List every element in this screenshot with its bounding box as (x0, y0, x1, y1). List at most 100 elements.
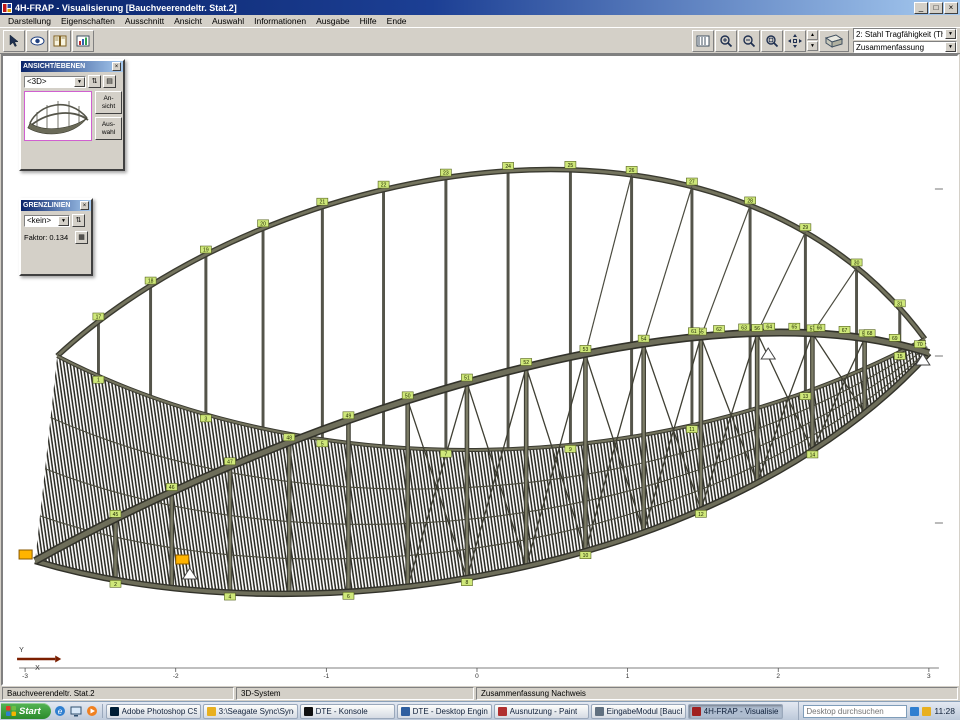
menu-item-ansicht[interactable]: Ansicht (169, 16, 207, 26)
taskbar-task-button[interactable]: DTE - Konsole (300, 704, 395, 719)
close-icon[interactable]: × (80, 201, 89, 210)
ansicht-ebenen-panel[interactable]: ANSICHT/EBENEN × <3D> ▼ ⇅ ▤ (19, 59, 125, 171)
results-chart-button[interactable] (72, 30, 94, 52)
taskbar-clock[interactable]: 11:28 (934, 706, 955, 716)
layers-button[interactable]: ▤ (103, 75, 116, 88)
ruler-tick-label: 0 (475, 673, 479, 680)
task-label: 3:\Seagate Sync\SyncRe... (219, 707, 294, 716)
task-label: Ausnutzung - Paint (510, 707, 578, 716)
svg-text:3: 3 (204, 416, 207, 422)
taskbar-task-button[interactable]: 4H-FRAP - Visualisier... (688, 704, 783, 719)
minimize-button[interactable]: _ (914, 2, 928, 14)
view-select[interactable]: <3D> ▼ (24, 76, 86, 88)
tray-network-icon[interactable] (910, 707, 919, 716)
spin-down-button[interactable]: ▼ (807, 41, 818, 51)
dropdown-arrow-icon[interactable]: ▼ (58, 216, 69, 226)
selection-pointer-button[interactable] (3, 30, 25, 52)
faktor-label: Faktor: (24, 233, 47, 242)
element-label: 62 (713, 325, 724, 332)
canvas-area[interactable]: 1718192021222324252627282930314546474849… (1, 54, 959, 686)
svg-text:46: 46 (169, 485, 175, 491)
svg-text:52: 52 (523, 360, 529, 366)
menu-item-darstellung[interactable]: Darstellung (3, 16, 56, 26)
element-label: 61 (688, 328, 699, 335)
desktop-search-input[interactable] (803, 705, 907, 718)
menu-item-auswahl[interactable]: Auswahl (207, 16, 249, 26)
start-button[interactable]: Start (1, 703, 51, 719)
dropdown-arrow-icon[interactable]: ▼ (945, 42, 956, 52)
pan-button[interactable] (784, 30, 806, 52)
grenzlinien-panel[interactable]: GRENZLINIEN × <kein> ▼ ⇅ Faktor: 0.134 ▦ (19, 198, 93, 276)
render-mode-icon (696, 35, 710, 47)
element-label: 26 (626, 166, 637, 173)
properties-book-button[interactable] (49, 30, 71, 52)
element-label: 68 (864, 330, 875, 337)
grenzlinien-spin-button[interactable]: ⇅ (72, 214, 85, 227)
task-label: Adobe Photoshop CS3 E... (122, 707, 197, 716)
ruler-tick-label: -2 (173, 673, 179, 680)
ansicht-panel-title: ANSICHT/EBENEN (23, 63, 85, 70)
grenzlinien-select[interactable]: <kein> ▼ (24, 215, 70, 227)
menu-item-hilfe[interactable]: Hilfe (355, 16, 382, 26)
support-marker (19, 550, 32, 559)
perspective-button[interactable] (819, 30, 849, 52)
svg-text:23: 23 (443, 171, 449, 177)
taskbar-task-button[interactable]: Adobe Photoshop CS3 E... (106, 704, 201, 719)
element-label: 52 (521, 358, 532, 365)
restore-button[interactable]: □ (929, 2, 943, 14)
zoom-window-button[interactable] (761, 30, 783, 52)
ansicht-button[interactable]: An- sicht (95, 91, 122, 114)
auswahl-button[interactable]: Aus- wahl (95, 117, 122, 140)
svg-text:68: 68 (867, 331, 873, 337)
element-label: 29 (800, 224, 811, 231)
element-label: 50 (402, 392, 413, 399)
internet-explorer-icon[interactable]: e (53, 704, 67, 718)
svg-text:11: 11 (689, 427, 694, 433)
taskbar-task-button[interactable]: 3:\Seagate Sync\SyncRe... (203, 704, 298, 719)
taskbar-task-button[interactable]: EingabeModul [Bauchve... (591, 704, 686, 719)
viewport-thumbnail[interactable] (24, 91, 92, 141)
dropdown-arrow-icon[interactable]: ▼ (945, 29, 956, 39)
grenzlinien-panel-titlebar[interactable]: GRENZLINIEN × (21, 200, 91, 211)
menu-item-informationen[interactable]: Informationen (249, 16, 311, 26)
element-label: 15 (894, 352, 905, 359)
nachweis-select[interactable]: 2: Stahl Tragfähigkeit (Th. 2. O ▼ (853, 28, 957, 40)
svg-text:9: 9 (569, 447, 572, 453)
spin-up-button[interactable]: ▲ (807, 30, 818, 40)
windows-logo-icon (6, 706, 16, 716)
media-player-icon[interactable] (85, 704, 99, 718)
zoom-window-icon (765, 34, 779, 48)
zoom-in-button[interactable] (715, 30, 737, 52)
display-mode-button[interactable] (692, 30, 714, 52)
element-label: 54 (638, 335, 649, 342)
element-label: 30 (851, 259, 862, 266)
element-label: 10 (580, 552, 591, 559)
close-button[interactable]: × (944, 2, 958, 14)
menu-item-ausgabe[interactable]: Ausgabe (311, 16, 355, 26)
element-label: 12 (695, 510, 706, 517)
visibility-button[interactable] (26, 30, 48, 52)
faktor-edit-button[interactable]: ▦ (75, 231, 88, 244)
ansicht-panel-titlebar[interactable]: ANSICHT/EBENEN × (21, 61, 123, 72)
close-icon[interactable]: × (112, 62, 121, 71)
model-view[interactable]: 1718192021222324252627282930314546474849… (3, 56, 957, 684)
tray-update-icon[interactable] (922, 707, 931, 716)
menu-item-ausschnitt[interactable]: Ausschnitt (120, 16, 169, 26)
svg-text:69: 69 (892, 336, 898, 342)
taskbar-task-button[interactable]: Ausnutzung - Paint (494, 704, 589, 719)
element-label: 14 (807, 451, 818, 458)
pointer-icon (7, 34, 21, 48)
ruler-tick-label: 1 (626, 673, 630, 680)
ergebnis-select[interactable]: Zusammenfassung ▼ (853, 41, 957, 53)
view-spin-button[interactable]: ⇅ (88, 75, 101, 88)
menu-item-ende[interactable]: Ende (382, 16, 412, 26)
element-label: 69 (889, 334, 900, 341)
ruler-tick-label: -1 (323, 673, 329, 680)
zoom-out-button[interactable] (738, 30, 760, 52)
taskbar-task-button[interactable]: DTE - Desktop Engineeri... (397, 704, 492, 719)
svg-text:e: e (57, 707, 62, 716)
menu-item-eigenschaften[interactable]: Eigenschaften (56, 16, 120, 26)
dropdown-arrow-icon[interactable]: ▼ (74, 77, 85, 87)
svg-text:53: 53 (583, 347, 589, 353)
show-desktop-icon[interactable] (69, 704, 83, 718)
